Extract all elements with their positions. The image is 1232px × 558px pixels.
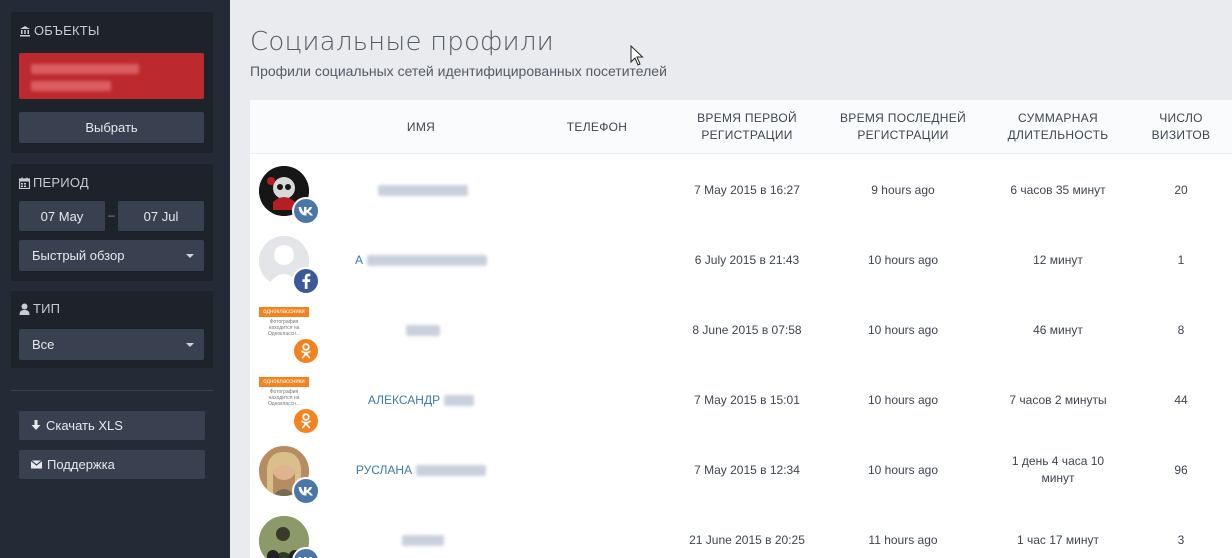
period-panel: ПЕРИОД 07 May – 07 Jul Быстрый обзор xyxy=(11,164,213,281)
mouse-cursor-icon xyxy=(630,45,644,66)
calendar-icon xyxy=(19,177,30,189)
odnoklassniki-icon xyxy=(292,337,320,365)
envelope-icon xyxy=(31,460,42,469)
visits-cell: 1 xyxy=(1177,252,1185,267)
date-from-input[interactable]: 07 May xyxy=(19,201,105,231)
first-registration-cell: 7 May 2015 в 16:27 xyxy=(694,182,800,197)
duration-cell: 1 час 17 минут xyxy=(1016,532,1100,547)
redacted-name xyxy=(367,254,487,266)
support-button[interactable]: Поддержка xyxy=(19,450,205,479)
duration-cell: 6 часов 35 минут xyxy=(1010,182,1106,197)
name-cell[interactable] xyxy=(346,155,496,225)
first-registration-cell: 8 June 2015 в 07:58 xyxy=(692,322,802,337)
sidebar: ОБЪЕКТЫ Выбрать ПЕРИОД 07 May – 07 Jul Б… xyxy=(0,0,230,558)
visits-cell: 20 xyxy=(1174,182,1188,197)
column-header-first-registration[interactable]: Время первой регистрации xyxy=(677,100,817,154)
column-header-name[interactable]: Имя xyxy=(346,100,496,154)
page-title: Социальные профили xyxy=(250,27,555,57)
objects-title: ОБЪЕКТЫ xyxy=(19,23,100,38)
column-header-phone[interactable]: Телефон xyxy=(537,100,657,154)
visits-cell: 96 xyxy=(1174,462,1188,477)
duration-cell: 1 день 4 часа 10 минут xyxy=(1011,454,1105,485)
redacted-name xyxy=(416,464,487,476)
type-panel: ТИП Все xyxy=(11,291,213,368)
last-registration-cell: 9 hours ago xyxy=(871,182,935,197)
vk-icon xyxy=(292,197,320,225)
name-cell[interactable]: АЛЕКСАНДР xyxy=(346,365,496,435)
visits-cell: 8 xyxy=(1177,322,1185,337)
first-registration-cell: 21 June 2015 в 20:25 xyxy=(689,532,805,547)
last-registration-cell: 11 hours ago xyxy=(868,532,938,547)
select-object-button[interactable]: Выбрать xyxy=(19,112,204,143)
duration-cell: 12 минут xyxy=(1033,252,1083,267)
duration-cell: 46 минут xyxy=(1033,322,1083,337)
table-row[interactable]: 7 May 2015 в 16:27 9 hours ago 6 часов 3… xyxy=(250,155,1232,225)
table-header: Имя Телефон Время первой регистрации Вре… xyxy=(250,100,1232,154)
visits-cell: 3 xyxy=(1177,532,1185,547)
last-registration-cell: 10 hours ago xyxy=(867,462,939,477)
odnoklassniki-icon xyxy=(292,407,320,435)
name-cell[interactable] xyxy=(346,295,496,365)
table-row[interactable]: одноклассники Фотография находится на Од… xyxy=(250,295,1232,365)
user-icon xyxy=(19,303,30,315)
vk-icon xyxy=(292,477,320,505)
objects-panel: ОБЪЕКТЫ Выбрать xyxy=(11,12,213,153)
main-content: Социальные профили Профили социальных се… xyxy=(230,0,1232,558)
redacted-name xyxy=(378,184,468,196)
name-cell[interactable]: А xyxy=(346,225,496,295)
first-registration-cell: 7 May 2015 в 15:01 xyxy=(694,392,800,407)
name-cell[interactable] xyxy=(346,505,496,558)
column-header-last-registration[interactable]: Время последней регистрации xyxy=(832,100,974,154)
table-row[interactable]: одноклассники Фотография находится на Од… xyxy=(250,365,1232,435)
bank-icon xyxy=(20,25,30,36)
date-to-input[interactable]: 07 Jul xyxy=(118,201,204,231)
last-registration-cell: 10 hours ago xyxy=(867,392,939,407)
download-xls-button[interactable]: Скачать XLS xyxy=(19,411,205,440)
table-row[interactable]: РУСЛАНА 7 May 2015 в 12:34 10 hours ago … xyxy=(250,435,1232,505)
first-registration-cell: 7 May 2015 в 12:34 xyxy=(694,462,800,477)
period-title: ПЕРИОД xyxy=(19,175,89,190)
table-row[interactable]: 21 June 2015 в 20:25 11 hours ago 1 час … xyxy=(250,505,1232,558)
selected-object-redacted[interactable] xyxy=(19,53,204,99)
redacted-name xyxy=(402,534,444,546)
sidebar-divider xyxy=(11,390,213,391)
date-range-dash: – xyxy=(108,208,115,222)
column-header-total-duration[interactable]: Суммарная длительность xyxy=(998,100,1118,154)
last-registration-cell: 10 hours ago xyxy=(867,322,939,337)
redacted-name xyxy=(406,324,440,336)
caret-down-icon xyxy=(186,342,194,347)
table-row[interactable]: А 6 July 2015 в 21:43 10 hours ago 12 ми… xyxy=(250,225,1232,295)
first-registration-cell: 6 July 2015 в 21:43 xyxy=(694,252,800,267)
column-header-visits[interactable]: Число визитов xyxy=(1143,100,1219,154)
duration-cell: 7 часов 2 минуты xyxy=(1009,392,1107,407)
page-subtitle: Профили социальных сетей идентифицирован… xyxy=(250,63,667,79)
caret-down-icon xyxy=(186,253,194,258)
type-select[interactable]: Все xyxy=(19,329,204,360)
facebook-icon xyxy=(292,267,320,295)
download-icon xyxy=(31,420,41,430)
visits-cell: 44 xyxy=(1174,392,1188,407)
name-cell[interactable]: РУСЛАНА xyxy=(346,435,496,505)
quick-view-select[interactable]: Быстрый обзор xyxy=(19,240,204,271)
type-title: ТИП xyxy=(19,301,60,316)
profiles-table: Имя Телефон Время первой регистрации Вре… xyxy=(250,100,1232,558)
last-registration-cell: 10 hours ago xyxy=(867,252,939,267)
redacted-name xyxy=(444,394,475,406)
